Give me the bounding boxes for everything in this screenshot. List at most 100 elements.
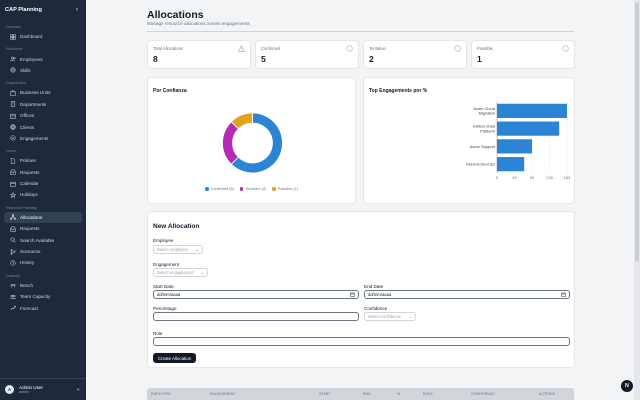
app-title: CAP Planning: [5, 7, 42, 13]
legend-possible[interactable]: Possible (1): [272, 187, 298, 191]
kpi-value: 2: [369, 54, 374, 64]
sidebar-item-policies[interactable]: Policies: [4, 155, 82, 166]
kpi-label: Confirmed: [261, 46, 281, 51]
donut-slice-tentative[interactable]: [222, 121, 239, 165]
legend-confirmed[interactable]: Confirmed (5): [205, 187, 234, 191]
create-allocation-button[interactable]: Create Allocation: [153, 353, 196, 363]
legend-label: Possible (1): [277, 187, 298, 191]
engagement-select[interactable]: Select engagement ⌄: [153, 268, 208, 277]
sidebar-item-label: Clients: [20, 124, 35, 130]
column-end[interactable]: END: [363, 392, 371, 396]
sidebar-item-label: Employees: [20, 56, 43, 62]
users-icon: [9, 56, 16, 63]
inbox-icon: [9, 225, 16, 232]
sidebar-item-scenarios[interactable]: Scenarios: [4, 246, 82, 257]
new-allocation-form: New Allocation Employee Select employee ⌄…: [147, 211, 575, 368]
sidebar-section-title: Organization: [6, 81, 27, 86]
engagement-label: Engagement: [153, 262, 180, 267]
sidebar-item-holidays[interactable]: Holidays: [4, 189, 82, 200]
column-actions[interactable]: ACTIONS: [539, 392, 555, 396]
search-icon: [9, 237, 16, 244]
sidebar-item-dashboard[interactable]: Dashboard: [4, 31, 82, 42]
sidebar-item-search-available[interactable]: Search Available: [4, 234, 82, 245]
sidebar-item-history[interactable]: History: [4, 257, 82, 268]
sidebar-item-team-capacity[interactable]: Team Capacity: [4, 291, 82, 302]
bar-globex-data-platform[interactable]: [497, 121, 560, 136]
main-scrollbar[interactable]: [634, 0, 640, 400]
sidebar-nav: Overview Dashboard Workforce Employees Skill…: [0, 20, 86, 378]
role-input[interactable]: [153, 337, 570, 346]
x-tick-label: 0: [496, 175, 499, 180]
office-icon: [9, 112, 16, 119]
sidebar-item-engagements[interactable]: Engagements: [4, 133, 82, 144]
confidence-label: Confidence: [364, 306, 388, 311]
inbox-icon: [9, 169, 16, 176]
sidebar-item-label: Allocations: [20, 214, 43, 220]
page-subtitle: Manage resource allocations across engag…: [147, 21, 250, 26]
grid-icon: [9, 33, 16, 40]
sidebar-item-requests[interactable]: Requests: [4, 223, 82, 234]
assistant-button[interactable]: N: [621, 380, 633, 392]
end-date-input[interactable]: dd/mm/aaaa: [364, 290, 570, 299]
sidebar-item-label: Requests: [20, 226, 40, 232]
column-percentage[interactable]: %: [397, 392, 400, 396]
role-label: Role: [153, 331, 163, 336]
sidebar-item-business-units[interactable]: Business Units: [4, 87, 82, 98]
page-title: Allocations: [147, 9, 204, 21]
document-icon: [9, 157, 16, 164]
sidebar-item-label: Forecast: [20, 305, 38, 311]
sidebar-item-bench[interactable]: Bench: [4, 280, 82, 291]
column-engagement[interactable]: ENGAGEMENT: [210, 392, 236, 396]
form-title: New Allocation: [153, 223, 200, 230]
sidebar-item-label: Bench: [20, 282, 34, 288]
kpi-label: Total Allocations: [153, 46, 184, 51]
bar-acme-support[interactable]: [497, 139, 532, 154]
handshake-icon: [9, 135, 16, 142]
employee-placeholder: Select employee: [157, 247, 188, 252]
user-panel: A Admin User admin ⇤: [0, 378, 86, 400]
sidebar-item-departments[interactable]: Departments: [4, 99, 82, 110]
network-icon: [9, 214, 16, 221]
top-engagements-bar-chart: 0 45 90 135 180 Acme Cloud Migration Globex Dat…: [466, 102, 571, 180]
start-date-placeholder: dd/mm/aaaa: [157, 292, 181, 297]
calendar-icon[interactable]: [561, 292, 566, 297]
column-start[interactable]: START: [319, 392, 330, 396]
confidence-select[interactable]: Select confidence ⌄: [364, 312, 416, 321]
sidebar-item-employees[interactable]: Employees: [4, 53, 82, 64]
sidebar-item-label: Requests: [20, 169, 40, 175]
warning-icon: [238, 45, 245, 52]
chevron-down-icon: ⌄: [195, 247, 199, 252]
sidebar-item-clients[interactable]: Clients: [4, 121, 82, 132]
avatar[interactable]: A: [5, 385, 14, 394]
column-confidence[interactable]: CONFIDENCE: [471, 392, 495, 396]
chevron-left-icon[interactable]: ‹: [76, 7, 78, 13]
x-tick-label: 90: [530, 175, 535, 180]
bar-internal-devops[interactable]: [497, 157, 525, 172]
kpi-value: 8: [153, 54, 158, 64]
globe-icon: [9, 124, 16, 131]
legend-tentative[interactable]: Tentative (2): [239, 187, 266, 191]
confidence-donut-chart: [222, 112, 283, 174]
scrollbar-thumb[interactable]: [635, 2, 639, 262]
start-date-input[interactable]: dd/mm/aaaa: [153, 290, 359, 299]
sidebar-item-label: Departments: [20, 101, 47, 107]
bar-acme-cloud-migration[interactable]: [497, 103, 567, 118]
sidebar-item-offices[interactable]: Offices: [4, 110, 82, 121]
sidebar-item-skills[interactable]: Skills: [4, 65, 82, 76]
bench-icon: [9, 282, 16, 289]
sidebar-item-forecast[interactable]: Forecast: [4, 302, 82, 313]
y-tick-label: Internal DevOps: [466, 162, 495, 167]
sidebar-section-title: Resource Planning: [6, 205, 37, 210]
sidebar-section-title: Overview: [6, 25, 21, 29]
employee-select[interactable]: Select employee ⌄: [153, 245, 203, 254]
percentage-input[interactable]: [153, 312, 359, 321]
sidebar-item-requests[interactable]: Requests: [4, 167, 82, 178]
sidebar-item-calendar[interactable]: Calendar: [4, 178, 82, 189]
sidebar-item-label: Scenarios: [20, 249, 41, 255]
kpi-tentative: Tentative 2: [363, 40, 467, 69]
collapse-sidebar-icon[interactable]: ⇤: [77, 387, 81, 393]
column-role[interactable]: ROLE: [423, 392, 433, 396]
calendar-icon[interactable]: [350, 292, 355, 297]
sidebar-item-allocations[interactable]: Allocations: [4, 211, 82, 224]
column-employee[interactable]: EMPLOYEE: [151, 392, 171, 396]
